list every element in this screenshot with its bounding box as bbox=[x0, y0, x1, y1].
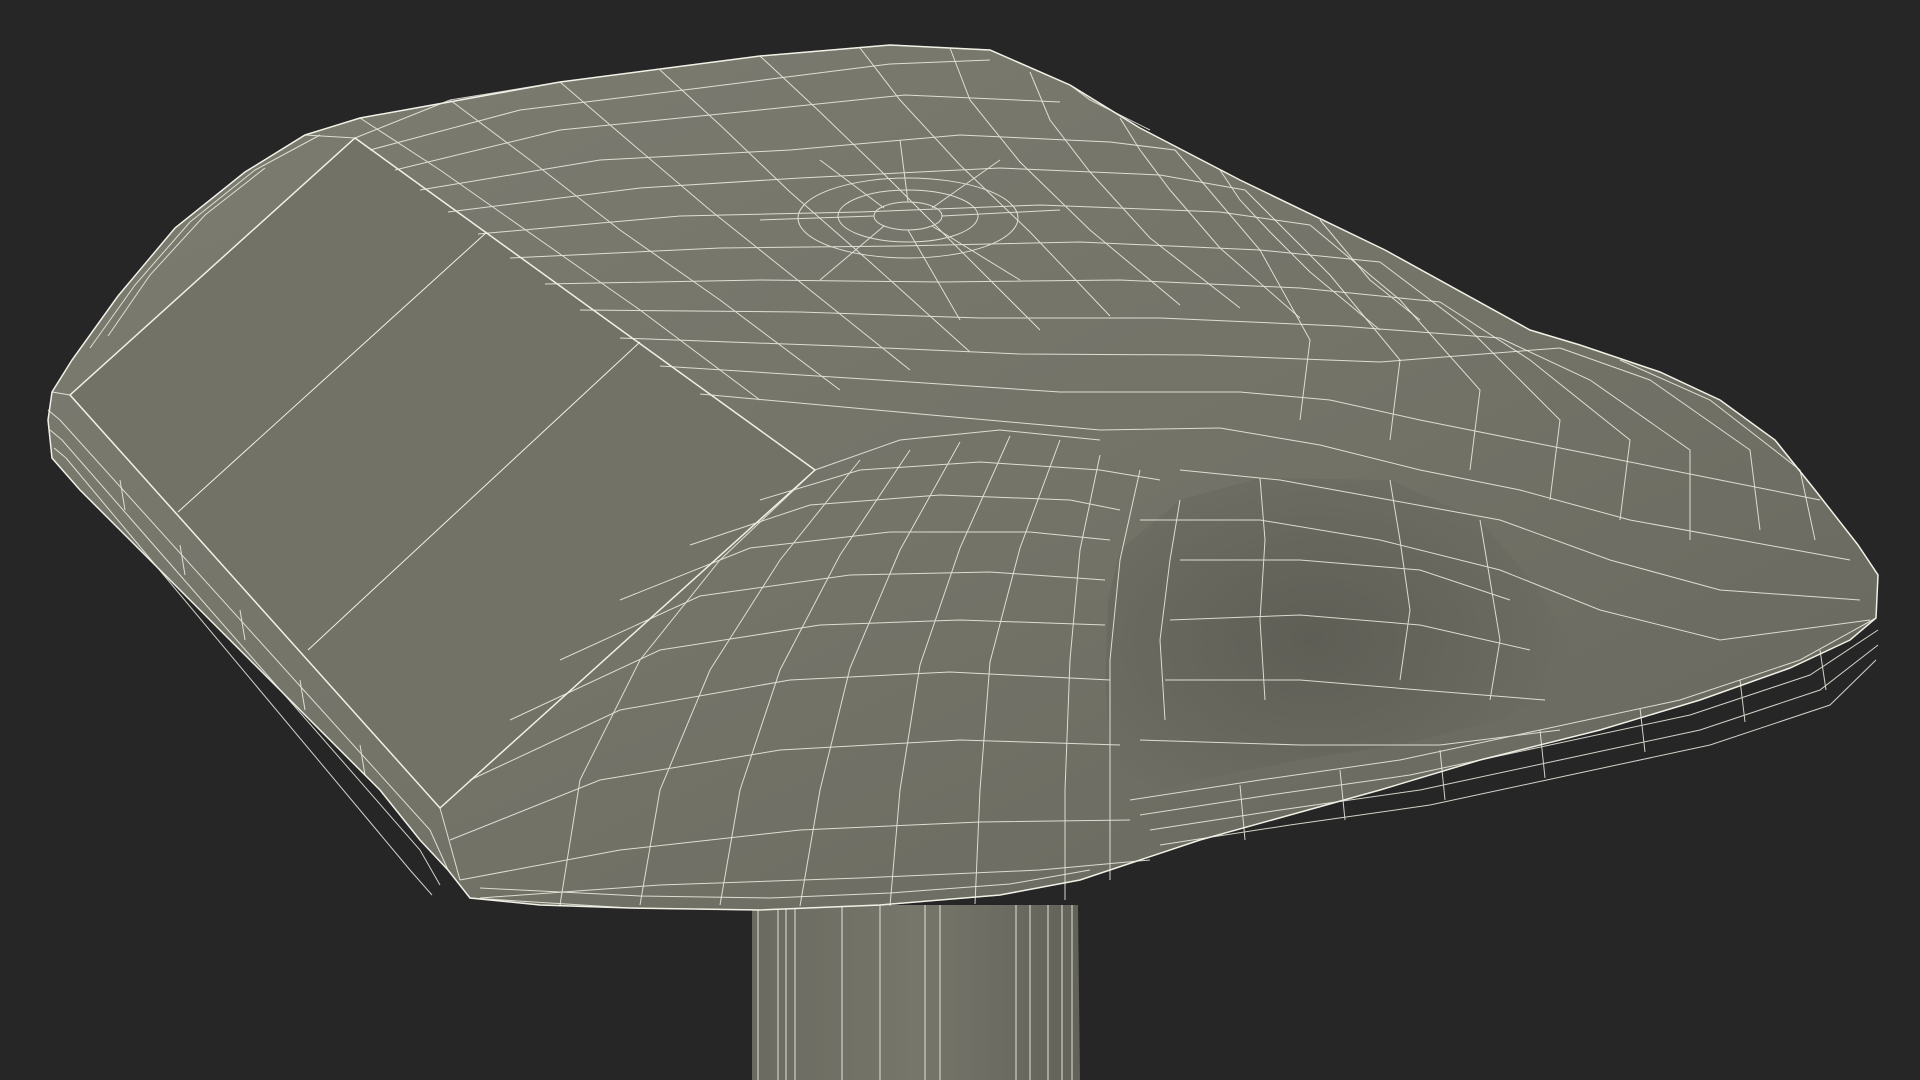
3d-viewport[interactable] bbox=[0, 0, 1920, 1080]
stem bbox=[752, 905, 1080, 1080]
wireframe-model bbox=[47, 44, 1879, 1080]
